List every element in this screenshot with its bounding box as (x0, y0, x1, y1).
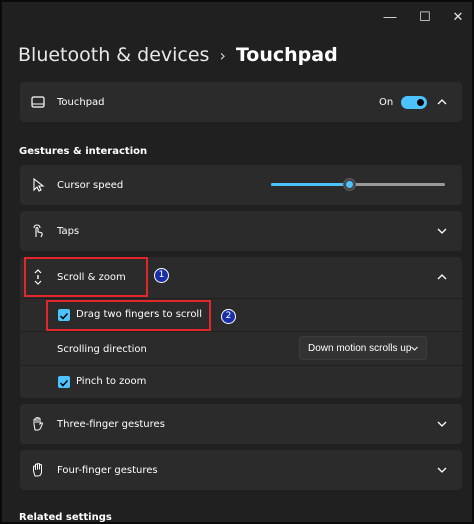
three-finger-label: Three-finger gestures (57, 419, 165, 430)
touchpad-card: Touchpad On (20, 82, 462, 122)
chevron-down-icon[interactable] (436, 464, 448, 476)
maximize-button[interactable]: ☐ (415, 8, 435, 26)
three-finger-card[interactable]: Three-finger gestures (20, 404, 462, 444)
title-bar: — ☐ ✕ (2, 2, 472, 32)
hand-icon (33, 462, 42, 477)
minimize-button[interactable]: — (380, 8, 400, 26)
chevron-up-icon[interactable] (436, 96, 448, 108)
section-title: Gestures & interaction (19, 146, 148, 157)
pinch-to-zoom-label: Pinch to zoom (76, 376, 147, 387)
taps-card[interactable]: Taps (20, 211, 462, 251)
chevron-up-icon[interactable] (436, 271, 448, 283)
breadcrumb-parent[interactable]: Bluetooth & devices (18, 44, 209, 66)
settings-window: — ☐ ✕ Bluetooth & devices › Touchpad Touch… (0, 0, 474, 524)
scrolling-direction-label: Scrolling direction (57, 344, 147, 355)
cursor-icon (33, 177, 45, 192)
four-finger-label: Four-finger gestures (57, 465, 158, 476)
pinch-to-zoom-checkbox[interactable] (58, 376, 70, 388)
scrolling-direction-value: Down motion scrolls up (308, 343, 412, 354)
checkmark-icon (59, 379, 69, 387)
chevron-down-icon[interactable] (436, 418, 448, 430)
touchpad-toggle[interactable] (401, 96, 427, 109)
slider-fill (271, 183, 350, 186)
chevron-down-icon[interactable] (436, 225, 448, 237)
highlight-scroll-zoom (24, 257, 148, 297)
pinch-to-zoom-row: Pinch to zoom (20, 366, 462, 398)
cursor-speed-label: Cursor speed (57, 180, 124, 191)
close-button[interactable]: ✕ (448, 8, 468, 26)
slider-thumb-dot (345, 181, 353, 188)
chevron-down-icon (411, 346, 418, 351)
cursor-speed-card: Cursor speed (20, 165, 462, 205)
related-settings-title: Related settings (19, 512, 112, 523)
highlight-drag-two-fingers (46, 300, 211, 331)
touchpad-icon (31, 96, 45, 108)
page-title: Touchpad (235, 44, 338, 66)
breadcrumb-separator: › (219, 46, 226, 65)
annotation-badge-1: 1 (154, 268, 169, 283)
touchpad-label: Touchpad (57, 97, 105, 108)
touchpad-toggle-state: On (379, 97, 394, 108)
hand-icon (33, 416, 44, 431)
scrolling-direction-row: Scrolling direction Down motion scrolls … (20, 332, 462, 365)
taps-label: Taps (57, 226, 80, 237)
annotation-badge-2: 2 (221, 309, 236, 324)
breadcrumb: Bluetooth & devices › Touchpad (18, 44, 338, 66)
scrolling-direction-dropdown[interactable]: Down motion scrolls up (299, 336, 427, 360)
tap-icon (33, 224, 43, 238)
slider-thumb[interactable] (342, 178, 356, 191)
four-finger-card[interactable]: Four-finger gestures (20, 450, 462, 490)
